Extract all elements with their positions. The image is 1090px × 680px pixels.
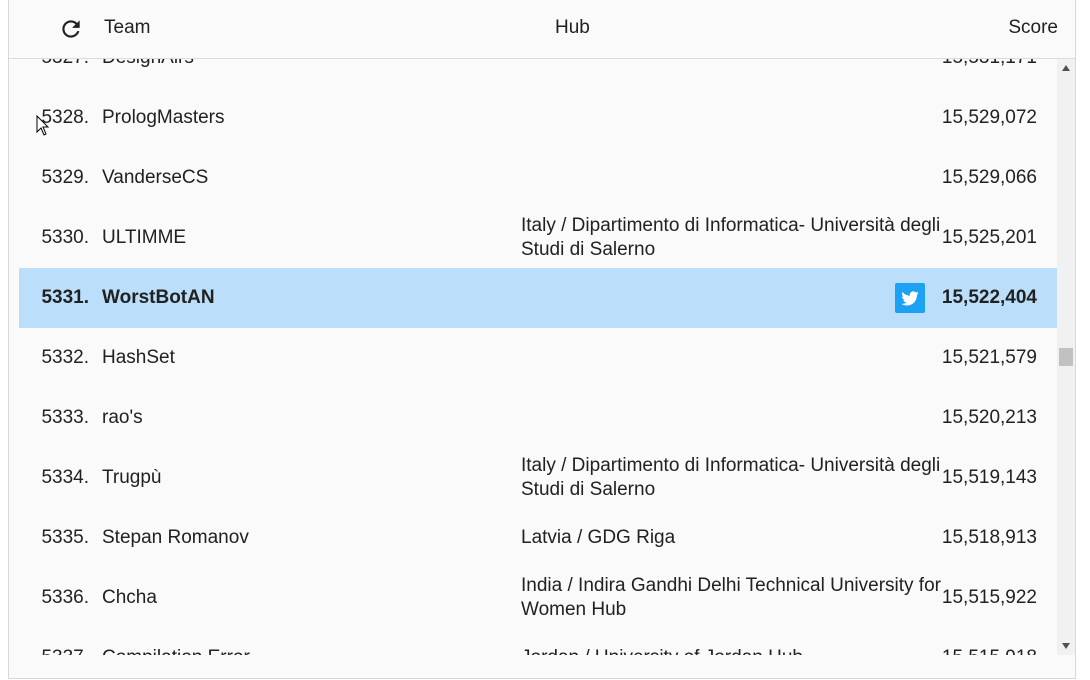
hub-cell — [521, 88, 941, 148]
rank-cell: 5334. — [41, 467, 89, 488]
rank-cell: 5335. — [41, 527, 89, 548]
hub-cell: India / Indira Gandhi Delhi Technical Un… — [521, 575, 941, 620]
column-header-team[interactable]: Team — [104, 17, 150, 39]
table-row[interactable]: 5327. DesignAirs 15,531,171 — [19, 59, 1057, 88]
triangle-up-icon — [1062, 65, 1070, 71]
score-cell: 15,518,913 — [941, 527, 1037, 548]
scroll-up-arrow[interactable] — [1057, 59, 1075, 77]
column-header-score[interactable]: Score — [1008, 17, 1058, 39]
team-name: VanderseCS — [102, 167, 209, 188]
table-row[interactable]: 5334. Trugpù Italy / Dipartimento di Inf… — [19, 448, 1057, 508]
score-cell: 15,515,918 — [942, 628, 1037, 655]
table-row[interactable]: 5335. Stepan Romanov Latvia / GDG Riga 1… — [19, 508, 1057, 568]
rank-cell: 5337. — [41, 628, 89, 655]
rank-cell: 5333. — [41, 407, 89, 428]
rank-cell: 5330. — [41, 227, 89, 248]
rank-cell: 5329. — [41, 167, 89, 188]
team-name: PrologMasters — [102, 107, 225, 128]
twitter-icon — [901, 291, 919, 306]
hub-cell: Italy / Dipartimento di Informatica- Uni… — [521, 455, 941, 500]
refresh-button[interactable] — [58, 16, 84, 42]
rank-cell: 5327. — [41, 59, 89, 88]
score-cell: 15,522,404 — [941, 287, 1037, 308]
team-name: rao's — [102, 407, 143, 428]
table-row[interactable]: 5330. ULTIMME Italy / Dipartimento di In… — [19, 208, 1057, 268]
table-row[interactable]: 5336. Chcha India / Indira Gandhi Delhi … — [19, 568, 1057, 628]
team-name: Trugpù — [102, 467, 162, 488]
score-cell: 15,521,579 — [941, 347, 1037, 368]
table-row[interactable]: 5333. rao's 15,520,213 — [19, 388, 1057, 448]
team-name: WorstBotAN — [102, 287, 215, 308]
twitter-share-button[interactable] — [895, 283, 925, 313]
rank-cell: 5332. — [41, 347, 89, 368]
rank-cell: 5331. — [41, 287, 89, 308]
score-cell: 15,515,922 — [941, 587, 1037, 608]
hub-cell — [521, 328, 941, 388]
table-row[interactable]: 5328. PrologMasters 15,529,072 — [19, 88, 1057, 148]
score-cell: 15,529,072 — [941, 107, 1037, 128]
triangle-down-icon — [1062, 643, 1070, 649]
hub-cell — [521, 268, 941, 328]
team-name: HashSet — [102, 347, 175, 368]
leaderboard-header: Team Hub Score — [9, 0, 1075, 59]
team-name: Stepan Romanov — [102, 527, 249, 548]
leaderboard-list[interactable]: 5327. DesignAirs 15,531,171 5328. Prolog… — [19, 59, 1057, 655]
score-cell: 15,519,143 — [941, 467, 1037, 488]
hub-cell — [521, 59, 941, 88]
table-row[interactable]: 5337. Compilation Error Jordan / Univers… — [19, 628, 1057, 655]
score-cell: 15,525,201 — [941, 227, 1037, 248]
team-name: Compilation Error — [102, 628, 250, 655]
team-name: Chcha — [102, 587, 157, 608]
team-name: ULTIMME — [102, 227, 187, 248]
vertical-scrollbar[interactable] — [1057, 59, 1075, 655]
refresh-icon — [62, 20, 80, 38]
hub-cell: Jordan / University of Jordan Hub — [521, 628, 941, 655]
scrollbar-thumb[interactable] — [1059, 348, 1073, 366]
leaderboard-panel: Team Hub Score 5327. DesignAirs 15,531,1… — [8, 0, 1076, 679]
scroll-down-arrow[interactable] — [1057, 637, 1075, 655]
table-row[interactable]: 5332. HashSet 15,521,579 — [19, 328, 1057, 388]
column-header-hub[interactable]: Hub — [555, 17, 590, 39]
hub-cell — [521, 388, 941, 448]
hub-cell — [521, 148, 941, 208]
score-cell: 15,529,066 — [941, 167, 1037, 188]
table-row[interactable]: 5329. VanderseCS 15,529,066 — [19, 148, 1057, 208]
hub-cell: Latvia / GDG Riga — [521, 527, 676, 548]
table-row-current-team[interactable]: 5331. WorstBotAN 15,522,404 — [19, 268, 1057, 328]
score-cell: 15,531,171 — [942, 59, 1037, 88]
rank-cell: 5328. — [41, 107, 89, 128]
hub-cell: Italy / Dipartimento di Informatica- Uni… — [521, 215, 941, 260]
team-name: DesignAirs — [102, 59, 194, 88]
score-cell: 15,520,213 — [941, 407, 1037, 428]
rank-cell: 5336. — [41, 587, 89, 608]
